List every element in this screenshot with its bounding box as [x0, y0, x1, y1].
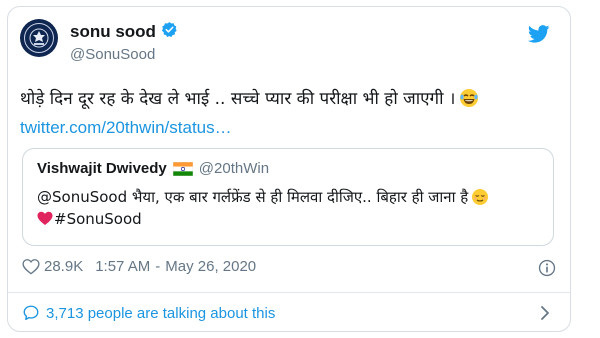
quoted-tweet-text: @SonuSood भैया, एक बार गर्लफ्रेंड से ही …	[37, 186, 542, 230]
heart-outline-icon[interactable]	[22, 258, 40, 275]
tweet-text: थोड़े दिन दूर रह के देख ले भाई .. सच्चे …	[20, 87, 560, 111]
twitter-bird-icon[interactable]	[528, 25, 550, 43]
tweet-meta: 28.9K 1:57 AM - May 26, 2020	[22, 258, 256, 275]
quoted-text-line2: #SonuSood	[54, 210, 142, 228]
tweet-text-body: थोड़े दिन दूर रह के देख ले भाई .. सच्चे …	[20, 89, 456, 109]
chevron-right-icon[interactable]	[540, 305, 550, 321]
quoted-tweet[interactable]: Vishwajit Dwivedy @20thWin @SonuSood भैय…	[22, 148, 554, 246]
tweet-link[interactable]: twitter.com/20thwin/status…	[20, 118, 232, 138]
date-separator: -	[155, 258, 161, 275]
tweet-card: sonu sood @SonuSood थोड़े दिन दूर रह के …	[7, 6, 571, 332]
quoted-author-handle: @20thWin	[198, 160, 270, 177]
author-block: sonu sood @SonuSood	[70, 21, 178, 63]
india-flag-icon	[172, 161, 194, 176]
red-heart-icon	[37, 210, 53, 225]
quoted-tweet-header: Vishwajit Dwivedy @20thWin	[37, 160, 269, 177]
police-emblem-icon	[24, 23, 54, 53]
like-count[interactable]: 28.9K	[44, 258, 83, 275]
author-display-name[interactable]: sonu sood	[70, 22, 156, 42]
comment-bubble-icon	[23, 305, 39, 321]
author-handle[interactable]: @SonuSood	[70, 46, 178, 63]
relieved-face-emoji-icon	[471, 188, 489, 206]
talking-about-link[interactable]: 3,713 people are talking about this	[22, 304, 275, 322]
info-icon[interactable]	[538, 259, 556, 277]
tweet-date[interactable]: May 26, 2020	[165, 258, 256, 275]
quoted-author-name: Vishwajit Dwivedy	[37, 160, 167, 177]
talking-count-text: 3,713 people are talking about this	[46, 304, 276, 322]
divider	[8, 292, 570, 293]
laughing-tears-emoji-icon	[459, 88, 479, 108]
verified-badge-icon	[161, 21, 178, 43]
quoted-text-line1: @SonuSood भैया, एक बार गर्लफ्रेंड से ही …	[37, 188, 469, 206]
avatar[interactable]	[20, 19, 58, 57]
tweet-time[interactable]: 1:57 AM	[95, 258, 150, 275]
